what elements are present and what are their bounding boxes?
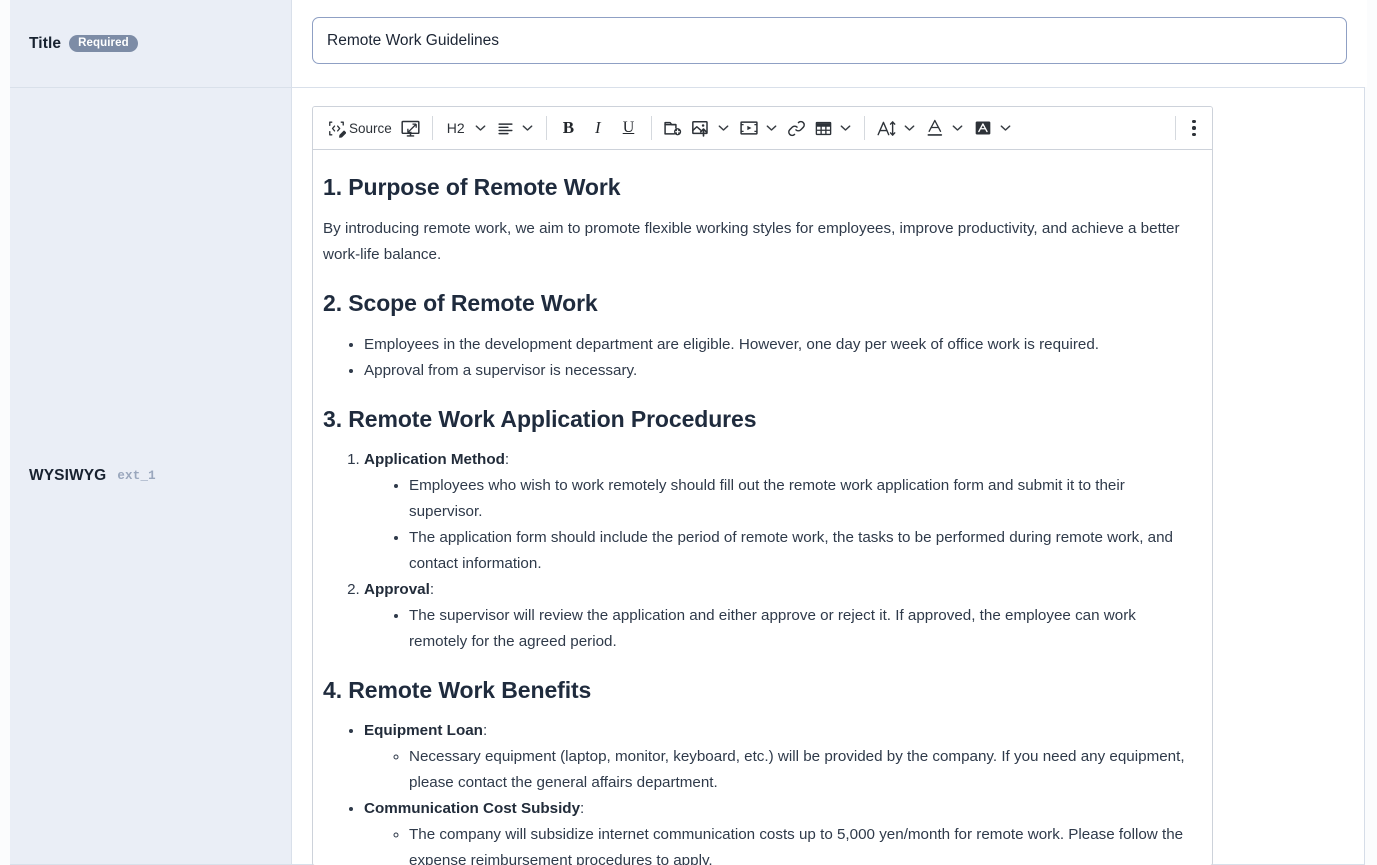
link-button[interactable] xyxy=(783,113,810,143)
font-size-icon xyxy=(876,118,897,139)
chevron-down-icon xyxy=(952,124,963,132)
heading-section-1: 1. Purpose of Remote Work xyxy=(323,172,1196,202)
required-badge: Required xyxy=(69,35,138,52)
editor-content[interactable]: 1. Purpose of Remote Work By introducing… xyxy=(313,150,1212,865)
heading-select[interactable]: H2 xyxy=(440,113,492,143)
bold-icon: B xyxy=(558,118,579,138)
list-item: The company will subsidize internet comm… xyxy=(409,822,1196,865)
underline-icon: U xyxy=(617,119,641,137)
font-color-button[interactable] xyxy=(921,113,969,143)
table-icon xyxy=(814,119,833,138)
list-item: Approval: The supervisor will review the… xyxy=(364,577,1196,655)
form-area: Title Required WYSIWYG ext_1 xyxy=(10,0,1365,865)
chevron-down-icon xyxy=(718,124,729,132)
list-section-3: Application Method: Employees who wish t… xyxy=(323,447,1196,655)
underline-button[interactable]: U xyxy=(613,113,645,143)
bold-button[interactable]: B xyxy=(554,113,583,143)
toolbar-separator xyxy=(864,116,865,140)
form-row-wysiwyg: WYSIWYG ext_1 xyxy=(10,88,1364,865)
title-field-cell xyxy=(292,0,1367,87)
editor-toolbar: Source xyxy=(313,107,1212,150)
form-row-title: Title Required xyxy=(10,0,1364,88)
toolbar-separator xyxy=(432,116,433,140)
rich-text-editor: Source xyxy=(312,106,1213,865)
list-item: The supervisor will review the applicati… xyxy=(409,603,1196,655)
list-item: Employees who wish to work remotely shou… xyxy=(409,473,1196,525)
link-icon xyxy=(787,119,806,138)
source-code-icon xyxy=(327,119,346,138)
sublist: Necessary equipment (laptop, monitor, ke… xyxy=(364,744,1196,796)
sublist: Employees who wish to work remotely shou… xyxy=(364,473,1196,577)
list-section-4: Equipment Loan: Necessary equipment (lap… xyxy=(323,718,1196,865)
dot xyxy=(1192,133,1196,137)
font-color-icon xyxy=(925,118,945,138)
heading-section-2: 2. Scope of Remote Work xyxy=(323,288,1196,318)
list-item: Application Method: Employees who wish t… xyxy=(364,447,1196,577)
toolbar-separator xyxy=(546,116,547,140)
dot xyxy=(1192,120,1196,124)
italic-button[interactable]: I xyxy=(583,113,613,143)
folder-add-icon xyxy=(663,118,683,138)
source-button[interactable]: Source xyxy=(323,113,396,143)
list-item: Equipment Loan: Necessary equipment (lap… xyxy=(364,718,1196,796)
heading-section-4: 4. Remote Work Benefits xyxy=(323,675,1196,705)
media-embed-button[interactable] xyxy=(735,113,783,143)
more-options-button[interactable] xyxy=(1183,114,1205,142)
chevron-down-icon xyxy=(1000,124,1011,132)
font-size-button[interactable] xyxy=(872,113,921,143)
title-label: Title xyxy=(29,35,61,53)
wysiwyg-label: WYSIWYG xyxy=(29,467,106,485)
list-section-2: Employees in the development department … xyxy=(323,332,1196,384)
chevron-down-icon xyxy=(904,124,915,132)
chevron-down-icon xyxy=(475,124,486,132)
heading-section-3: 3. Remote Work Application Procedures xyxy=(323,404,1196,434)
chevron-down-icon xyxy=(766,124,777,132)
toolbar-separator xyxy=(651,116,652,140)
list-item: Employees in the development department … xyxy=(364,332,1196,358)
align-select[interactable] xyxy=(492,113,539,143)
list-item-term: Application Method xyxy=(364,451,505,468)
list-item-suffix: : xyxy=(580,800,584,817)
sublist: The supervisor will review the applicati… xyxy=(364,603,1196,655)
list-item: The application form should include the … xyxy=(409,525,1196,577)
title-label-cell: Title Required xyxy=(10,0,292,87)
image-upload-icon xyxy=(691,118,711,138)
list-item-term: Approval xyxy=(364,581,430,598)
list-item: Communication Cost Subsidy: The company … xyxy=(364,796,1196,865)
background-color-button[interactable] xyxy=(969,113,1017,143)
video-icon xyxy=(739,118,759,138)
background-color-icon xyxy=(973,118,993,138)
dot xyxy=(1192,126,1196,130)
chevron-down-icon xyxy=(522,124,533,132)
list-item: Approval from a supervisor is necessary. xyxy=(364,358,1196,384)
toolbar-separator xyxy=(1175,116,1176,140)
title-input[interactable] xyxy=(312,17,1347,64)
italic-icon: I xyxy=(587,118,609,138)
list-item-suffix: : xyxy=(505,451,509,468)
page-root: Title Required WYSIWYG ext_1 xyxy=(0,0,1377,865)
heading-select-value: H2 xyxy=(444,120,468,136)
fullscreen-icon xyxy=(400,118,421,139)
list-item-suffix: : xyxy=(430,581,434,598)
paragraph-section-1: By introducing remote work, we aim to pr… xyxy=(323,216,1196,268)
align-left-icon xyxy=(496,119,515,138)
image-upload-button[interactable] xyxy=(687,113,735,143)
list-item-term: Equipment Loan xyxy=(364,722,483,739)
list-item: Necessary equipment (laptop, monitor, ke… xyxy=(409,744,1196,796)
table-button[interactable] xyxy=(810,113,857,143)
wysiwyg-label-cell: WYSIWYG ext_1 xyxy=(10,88,292,864)
sublist: The company will subsidize internet comm… xyxy=(364,822,1196,865)
chevron-down-icon xyxy=(840,124,851,132)
wysiwyg-ext-tag: ext_1 xyxy=(117,469,156,483)
wysiwyg-field-cell: Source xyxy=(292,88,1364,864)
fullscreen-button[interactable] xyxy=(396,113,425,143)
list-item-term: Communication Cost Subsidy xyxy=(364,800,580,817)
list-item-suffix: : xyxy=(483,722,487,739)
file-upload-button[interactable] xyxy=(659,113,687,143)
source-button-label: Source xyxy=(349,121,392,136)
